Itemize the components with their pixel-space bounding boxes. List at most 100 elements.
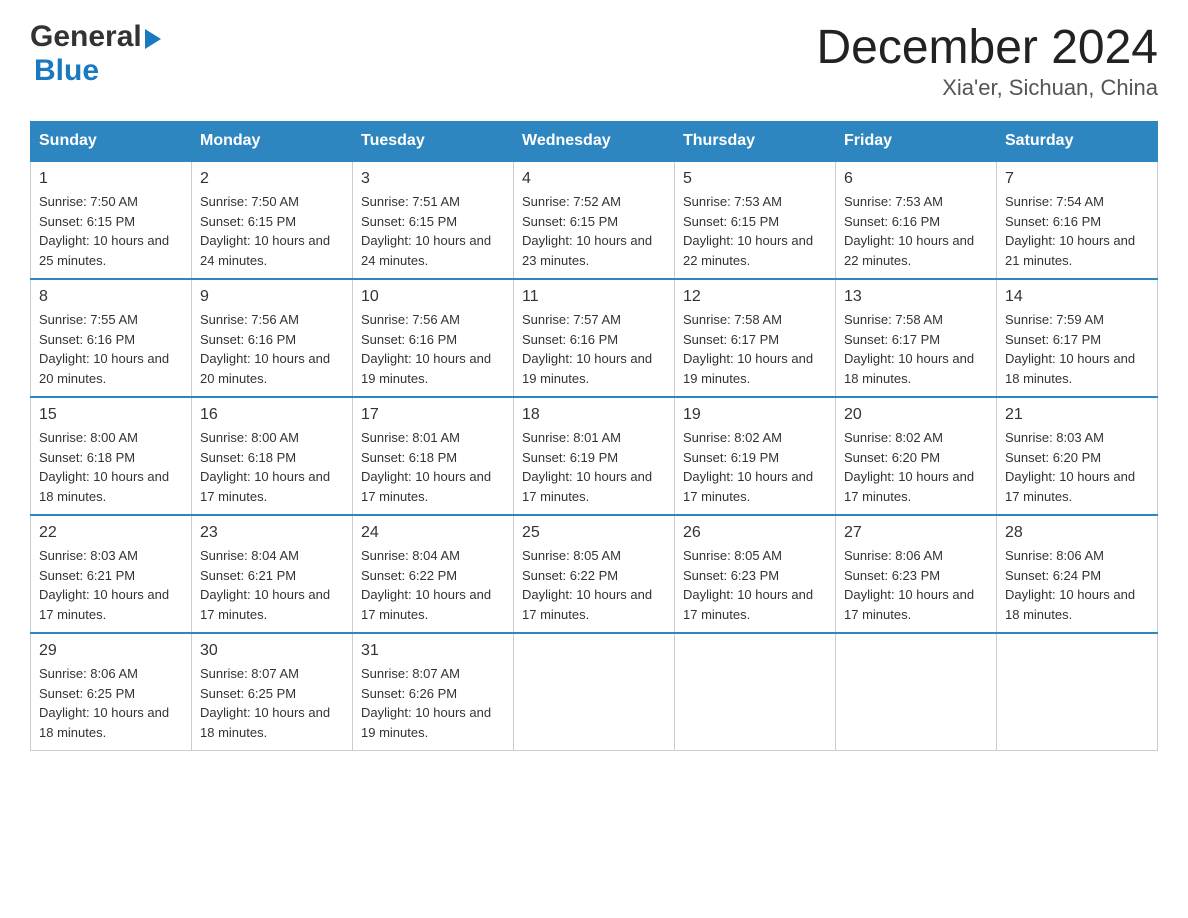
day-info: Sunrise: 8:02 AMSunset: 6:20 PMDaylight:… [844, 430, 974, 504]
calendar-day-cell: 4 Sunrise: 7:52 AMSunset: 6:15 PMDayligh… [514, 161, 675, 279]
calendar-day-cell: 22 Sunrise: 8:03 AMSunset: 6:21 PMDaylig… [31, 515, 192, 633]
calendar-day-cell: 13 Sunrise: 7:58 AMSunset: 6:17 PMDaylig… [836, 279, 997, 397]
day-number: 2 [200, 170, 344, 188]
day-number: 7 [1005, 170, 1149, 188]
logo-triangle [145, 29, 161, 49]
day-number: 23 [200, 524, 344, 542]
day-number: 28 [1005, 524, 1149, 542]
calendar-day-cell: 16 Sunrise: 8:00 AMSunset: 6:18 PMDaylig… [192, 397, 353, 515]
day-info: Sunrise: 7:54 AMSunset: 6:16 PMDaylight:… [1005, 194, 1135, 268]
calendar-week-row: 22 Sunrise: 8:03 AMSunset: 6:21 PMDaylig… [31, 515, 1158, 633]
day-info: Sunrise: 7:55 AMSunset: 6:16 PMDaylight:… [39, 312, 169, 386]
calendar-week-row: 1 Sunrise: 7:50 AMSunset: 6:15 PMDayligh… [31, 161, 1158, 279]
day-number: 1 [39, 170, 183, 188]
day-number: 12 [683, 288, 827, 306]
day-info: Sunrise: 7:50 AMSunset: 6:15 PMDaylight:… [39, 194, 169, 268]
day-number: 29 [39, 642, 183, 660]
logo-general-text: General [30, 20, 142, 54]
day-info: Sunrise: 7:58 AMSunset: 6:17 PMDaylight:… [683, 312, 813, 386]
day-number: 27 [844, 524, 988, 542]
calendar-day-cell: 28 Sunrise: 8:06 AMSunset: 6:24 PMDaylig… [997, 515, 1158, 633]
day-number: 4 [522, 170, 666, 188]
title-area: December 2024 Xia'er, Sichuan, China [816, 20, 1158, 101]
day-info: Sunrise: 8:00 AMSunset: 6:18 PMDaylight:… [39, 430, 169, 504]
calendar-week-row: 29 Sunrise: 8:06 AMSunset: 6:25 PMDaylig… [31, 633, 1158, 751]
col-thursday: Thursday [675, 122, 836, 162]
day-number: 10 [361, 288, 505, 306]
day-number: 11 [522, 288, 666, 306]
calendar-day-cell [997, 633, 1158, 751]
calendar-day-cell: 3 Sunrise: 7:51 AMSunset: 6:15 PMDayligh… [353, 161, 514, 279]
col-sunday: Sunday [31, 122, 192, 162]
calendar-day-cell: 11 Sunrise: 7:57 AMSunset: 6:16 PMDaylig… [514, 279, 675, 397]
calendar-day-cell: 20 Sunrise: 8:02 AMSunset: 6:20 PMDaylig… [836, 397, 997, 515]
day-number: 17 [361, 406, 505, 424]
col-monday: Monday [192, 122, 353, 162]
day-info: Sunrise: 8:00 AMSunset: 6:18 PMDaylight:… [200, 430, 330, 504]
day-info: Sunrise: 7:59 AMSunset: 6:17 PMDaylight:… [1005, 312, 1135, 386]
day-info: Sunrise: 8:04 AMSunset: 6:21 PMDaylight:… [200, 548, 330, 622]
calendar-day-cell: 8 Sunrise: 7:55 AMSunset: 6:16 PMDayligh… [31, 279, 192, 397]
day-info: Sunrise: 8:07 AMSunset: 6:25 PMDaylight:… [200, 666, 330, 740]
day-number: 18 [522, 406, 666, 424]
calendar-day-cell: 18 Sunrise: 8:01 AMSunset: 6:19 PMDaylig… [514, 397, 675, 515]
day-number: 31 [361, 642, 505, 660]
day-number: 22 [39, 524, 183, 542]
col-wednesday: Wednesday [514, 122, 675, 162]
logo-blue-text: Blue [34, 54, 99, 88]
day-number: 25 [522, 524, 666, 542]
day-number: 3 [361, 170, 505, 188]
calendar-day-cell [836, 633, 997, 751]
calendar-table: Sunday Monday Tuesday Wednesday Thursday… [30, 121, 1158, 751]
day-number: 8 [39, 288, 183, 306]
col-saturday: Saturday [997, 122, 1158, 162]
day-info: Sunrise: 8:05 AMSunset: 6:22 PMDaylight:… [522, 548, 652, 622]
day-info: Sunrise: 7:58 AMSunset: 6:17 PMDaylight:… [844, 312, 974, 386]
day-info: Sunrise: 7:53 AMSunset: 6:16 PMDaylight:… [844, 194, 974, 268]
day-info: Sunrise: 7:57 AMSunset: 6:16 PMDaylight:… [522, 312, 652, 386]
day-number: 14 [1005, 288, 1149, 306]
calendar-title: December 2024 [816, 20, 1158, 75]
day-info: Sunrise: 7:56 AMSunset: 6:16 PMDaylight:… [200, 312, 330, 386]
calendar-day-cell: 26 Sunrise: 8:05 AMSunset: 6:23 PMDaylig… [675, 515, 836, 633]
calendar-week-row: 8 Sunrise: 7:55 AMSunset: 6:16 PMDayligh… [31, 279, 1158, 397]
calendar-day-cell: 24 Sunrise: 8:04 AMSunset: 6:22 PMDaylig… [353, 515, 514, 633]
calendar-day-cell: 2 Sunrise: 7:50 AMSunset: 6:15 PMDayligh… [192, 161, 353, 279]
day-info: Sunrise: 8:06 AMSunset: 6:25 PMDaylight:… [39, 666, 169, 740]
day-number: 13 [844, 288, 988, 306]
day-number: 16 [200, 406, 344, 424]
calendar-header-row: Sunday Monday Tuesday Wednesday Thursday… [31, 122, 1158, 162]
day-info: Sunrise: 8:06 AMSunset: 6:23 PMDaylight:… [844, 548, 974, 622]
col-friday: Friday [836, 122, 997, 162]
day-info: Sunrise: 7:56 AMSunset: 6:16 PMDaylight:… [361, 312, 491, 386]
day-number: 6 [844, 170, 988, 188]
calendar-day-cell: 12 Sunrise: 7:58 AMSunset: 6:17 PMDaylig… [675, 279, 836, 397]
day-info: Sunrise: 8:03 AMSunset: 6:21 PMDaylight:… [39, 548, 169, 622]
day-info: Sunrise: 7:52 AMSunset: 6:15 PMDaylight:… [522, 194, 652, 268]
day-info: Sunrise: 7:50 AMSunset: 6:15 PMDaylight:… [200, 194, 330, 268]
day-number: 15 [39, 406, 183, 424]
day-info: Sunrise: 8:03 AMSunset: 6:20 PMDaylight:… [1005, 430, 1135, 504]
day-number: 9 [200, 288, 344, 306]
calendar-day-cell: 29 Sunrise: 8:06 AMSunset: 6:25 PMDaylig… [31, 633, 192, 751]
calendar-day-cell: 19 Sunrise: 8:02 AMSunset: 6:19 PMDaylig… [675, 397, 836, 515]
calendar-day-cell: 1 Sunrise: 7:50 AMSunset: 6:15 PMDayligh… [31, 161, 192, 279]
calendar-day-cell [675, 633, 836, 751]
day-number: 21 [1005, 406, 1149, 424]
page-header: General Blue December 2024 Xia'er, Sichu… [30, 20, 1158, 101]
calendar-day-cell: 7 Sunrise: 7:54 AMSunset: 6:16 PMDayligh… [997, 161, 1158, 279]
calendar-day-cell: 21 Sunrise: 8:03 AMSunset: 6:20 PMDaylig… [997, 397, 1158, 515]
day-info: Sunrise: 7:53 AMSunset: 6:15 PMDaylight:… [683, 194, 813, 268]
logo: General Blue [30, 20, 161, 88]
calendar-day-cell: 14 Sunrise: 7:59 AMSunset: 6:17 PMDaylig… [997, 279, 1158, 397]
day-info: Sunrise: 7:51 AMSunset: 6:15 PMDaylight:… [361, 194, 491, 268]
day-number: 30 [200, 642, 344, 660]
calendar-day-cell: 30 Sunrise: 8:07 AMSunset: 6:25 PMDaylig… [192, 633, 353, 751]
calendar-day-cell: 23 Sunrise: 8:04 AMSunset: 6:21 PMDaylig… [192, 515, 353, 633]
calendar-day-cell: 27 Sunrise: 8:06 AMSunset: 6:23 PMDaylig… [836, 515, 997, 633]
calendar-day-cell: 6 Sunrise: 7:53 AMSunset: 6:16 PMDayligh… [836, 161, 997, 279]
day-info: Sunrise: 8:05 AMSunset: 6:23 PMDaylight:… [683, 548, 813, 622]
col-tuesday: Tuesday [353, 122, 514, 162]
calendar-day-cell: 25 Sunrise: 8:05 AMSunset: 6:22 PMDaylig… [514, 515, 675, 633]
day-info: Sunrise: 8:01 AMSunset: 6:18 PMDaylight:… [361, 430, 491, 504]
